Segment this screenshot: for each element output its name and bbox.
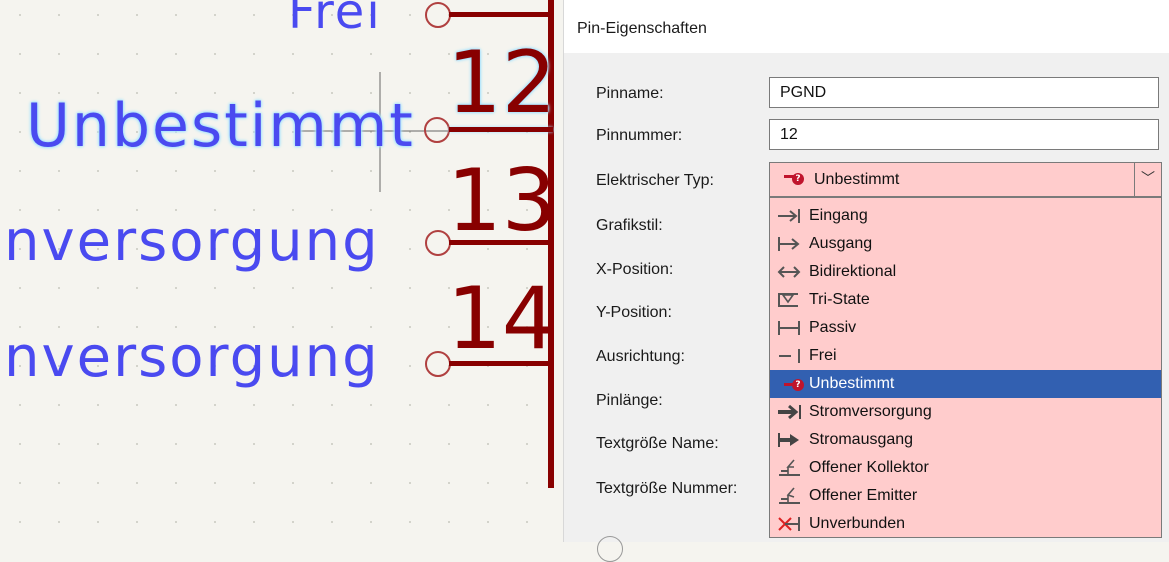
electrical-type-selected-value: Unbestimmt [814,171,900,188]
electrical-type-label: Elektrischer Typ: [596,172,714,189]
output-pin-icon [778,237,800,251]
option-ausgang[interactable]: Ausgang [770,230,1161,258]
number-text-size-label: Textgröße Nummer: [596,480,738,497]
pin-line [449,12,553,17]
electrical-type-dropdown[interactable]: ? Unbestimmt ﹀ [769,162,1162,197]
pin-connection-point[interactable] [425,351,451,377]
pin-name-label-selected: Unbestimmt [26,91,415,161]
pin-number-label: 12 [447,33,557,133]
input-pin-icon [778,209,800,223]
pin-name-label: Pinname: [596,85,664,102]
pin-length-label: Pinlänge: [596,392,663,409]
y-position-label: Y-Position: [596,304,672,321]
unspecified-pin-icon: ? [776,375,804,393]
option-unverbunden[interactable]: Unverbunden [770,510,1161,538]
name-text-size-label: Textgröße Name: [596,435,719,452]
pin-name-input[interactable]: PGND [769,77,1159,108]
option-offener-kollektor[interactable]: Offener Kollektor [770,454,1161,482]
pin-number-label: 13 [447,151,557,251]
radio-button[interactable] [597,536,623,562]
power-input-pin-icon [778,404,801,420]
pin-name-label: nversorgung [4,325,380,390]
option-stromversorgung[interactable]: Stromversorgung [770,398,1161,426]
electrical-type-options-list[interactable]: Eingang Ausgang Bidirektional Tri-State … [769,197,1162,538]
option-eingang[interactable]: Eingang [770,202,1161,230]
x-position-label: X-Position: [596,261,674,278]
pin-line [449,127,553,132]
pin-properties-dialog: Pin-Eigenschaften Pinname: PGND Pinnumme… [563,0,1169,562]
not-connected-pin-icon [778,517,800,531]
pin-number-label: Pinnummer: [596,127,683,144]
open-collector-pin-icon [779,459,800,476]
pin-connection-point[interactable] [424,117,450,143]
option-passiv[interactable]: Passiv [770,314,1161,342]
chevron-down-icon[interactable]: ﹀ [1134,163,1161,196]
option-bidirektional[interactable]: Bidirektional [770,258,1161,286]
free-pin-icon [779,349,800,363]
option-unbestimmt[interactable]: ? Unbestimmt [770,370,1161,398]
pin-number-input[interactable]: 12 [769,119,1159,150]
passive-pin-icon [778,321,800,335]
pin-line [449,240,553,245]
pin-number-label: 14 [447,269,557,369]
pin-properties-form: Pinname: PGND Pinnummer: 12 Elektrischer… [564,53,1169,562]
bidirectional-pin-icon [777,266,801,278]
open-emitter-pin-icon [779,487,800,504]
power-output-pin-icon [778,433,799,447]
option-offener-emitter[interactable]: Offener Emitter [770,482,1161,510]
pin-connection-point[interactable] [425,230,451,256]
option-stromausgang[interactable]: Stromausgang [770,426,1161,454]
pin-name-label: nversorgung [4,209,380,274]
orientation-label: Ausrichtung: [596,348,685,365]
pin-connection-point[interactable] [425,2,451,28]
dialog-title: Pin-Eigenschaften [577,20,707,37]
option-tri-state[interactable]: Tri-State [770,286,1161,314]
tristate-pin-icon [778,293,798,307]
schematic-canvas[interactable]: Frei 12 Unbestimmt 13 nversorgung 14 nve… [0,0,563,542]
option-frei[interactable]: Frei [770,342,1161,370]
pin-line [449,361,553,366]
graphic-style-label: Grafikstil: [596,217,663,234]
pin-name-label: Frei [288,0,382,40]
